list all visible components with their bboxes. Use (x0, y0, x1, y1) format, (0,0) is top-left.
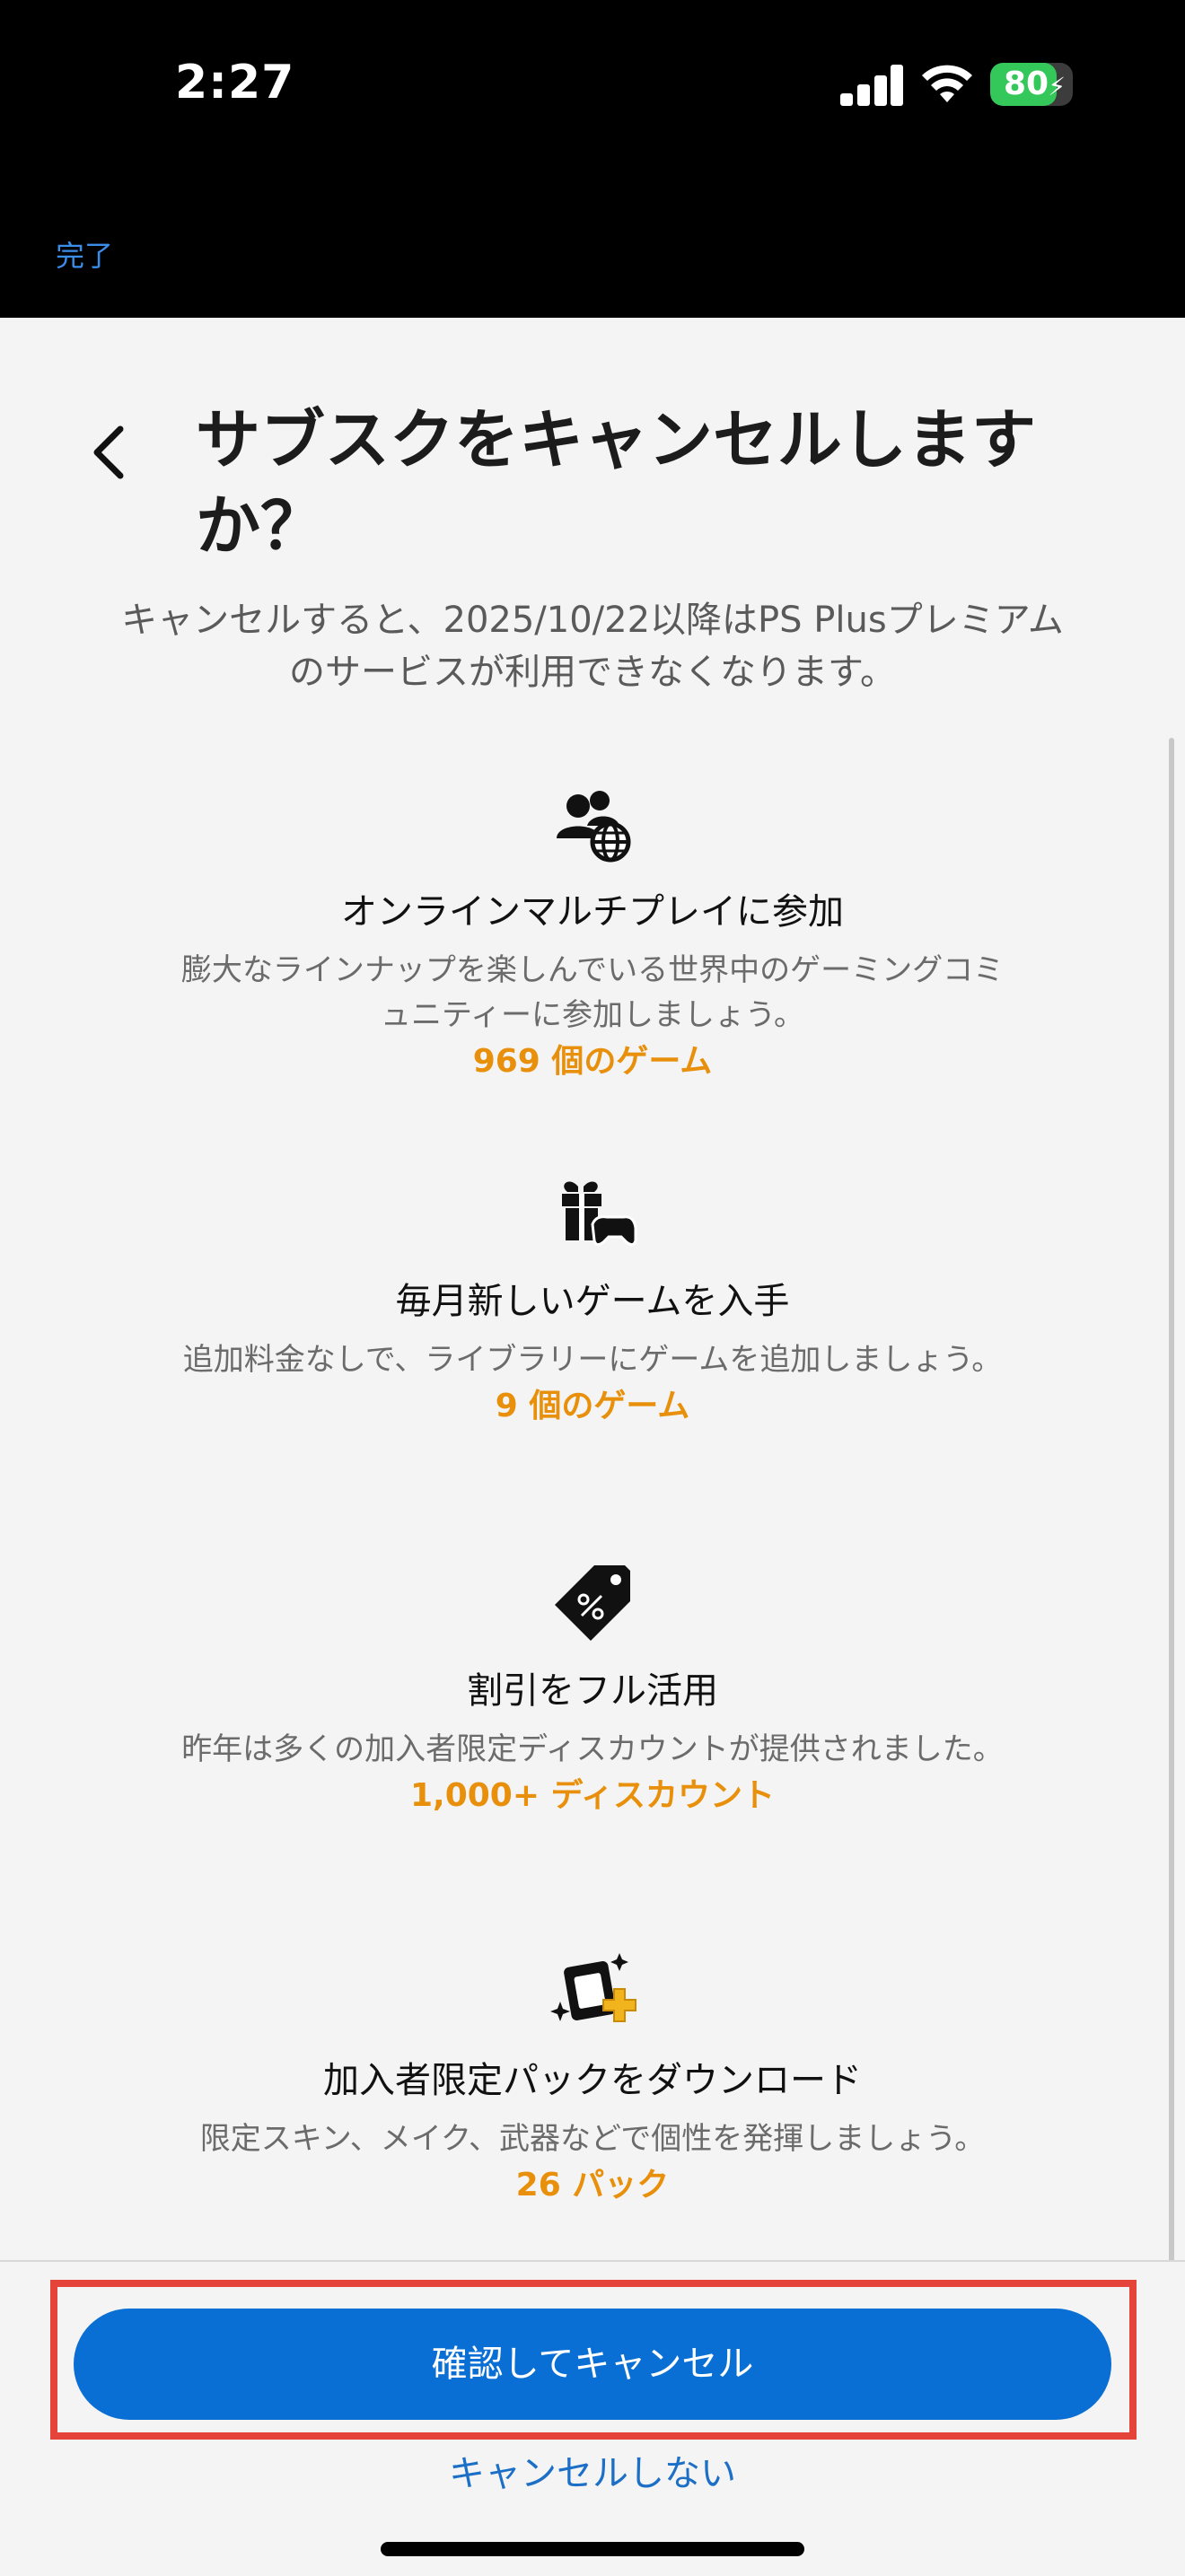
top-nav-bar: 完了 (0, 180, 1185, 318)
feature-description: 昨年は多くの加入者限定ディスカウントが提供されました。 (181, 1731, 1004, 1767)
feature-count: 9 個のゲーム (495, 1388, 690, 1424)
wifi-icon (922, 65, 972, 102)
online-multiplayer-icon (557, 791, 631, 863)
page-title: サブスクをキャンセルしますか？ (196, 402, 1037, 564)
status-time: 2:27 (175, 56, 295, 110)
feature-monthly-games: 毎月新しいゲームを入手 追加料金なしで、ライブラリーにゲームを追加しましょう。 … (144, 1169, 1041, 1431)
home-indicator (381, 2542, 804, 2556)
feature-title: オンラインマルチプレイに参加 (341, 891, 844, 933)
battery-icon: 80 ⚡ (990, 63, 1073, 106)
feature-title: 割引をフル活用 (467, 1670, 718, 1712)
feature-online-multiplayer: オンラインマルチプレイに参加 膨大なラインナップを楽しんでいる世界中のゲーミング… (144, 779, 1041, 1086)
cancel-subscription-page: サブスクをキャンセルしますか？ キャンセルすると、2025/10/22以降はPS… (0, 318, 1185, 2260)
scrollbar[interactable] (1169, 738, 1174, 2367)
feature-discounts: 割引をフル活用 昨年は多くの加入者限定ディスカウントが提供されました。 1,00… (144, 1558, 1041, 1820)
feature-count: 26 パック (515, 2167, 670, 2204)
exclusive-packs-icon (550, 1953, 636, 2022)
back-chevron-icon[interactable] (83, 416, 136, 488)
feature-description: 限定スキン、メイク、武器などで個性を発揮しましょう。 (199, 2121, 986, 2157)
feature-title: 加入者限定パックをダウンロード (323, 2060, 862, 2101)
page-subtitle: キャンセルすると、2025/10/22以降はPS Plusプレミアムのサービスが… (121, 600, 1064, 693)
monthly-games-gift-icon (562, 1181, 637, 1247)
feature-title: 毎月新しいゲームを入手 (395, 1281, 790, 1322)
feature-description: 膨大なラインナップを楽しんでいる世界中のゲーミングコミュニティーに参加しましょう… (180, 952, 1005, 1033)
footer-actions: 確認してキャンセル キャンセルしない (0, 2260, 1185, 2576)
status-bar: 2:27 80 ⚡ (0, 0, 1185, 180)
discount-tag-icon (555, 1565, 630, 1641)
cellular-signal-icon (840, 65, 903, 106)
feature-exclusive-packs: 加入者限定パックをダウンロード 限定スキン、メイク、武器などで個性を発揮しましょ… (144, 1948, 1041, 2210)
charging-bolt-icon: ⚡ (1048, 72, 1066, 101)
keep-subscription-link[interactable]: キャンセルしない (0, 2449, 1185, 2499)
confirm-cancel-button[interactable]: 確認してキャンセル (74, 2309, 1111, 2420)
feature-description: 追加料金なしで、ライブラリーにゲームを追加しましょう。 (182, 1342, 1003, 1378)
feature-count: 1,000+ ディスカウント (409, 1777, 776, 1814)
done-button[interactable]: 完了 (56, 233, 113, 275)
feature-count: 969 個のゲーム (472, 1043, 713, 1080)
